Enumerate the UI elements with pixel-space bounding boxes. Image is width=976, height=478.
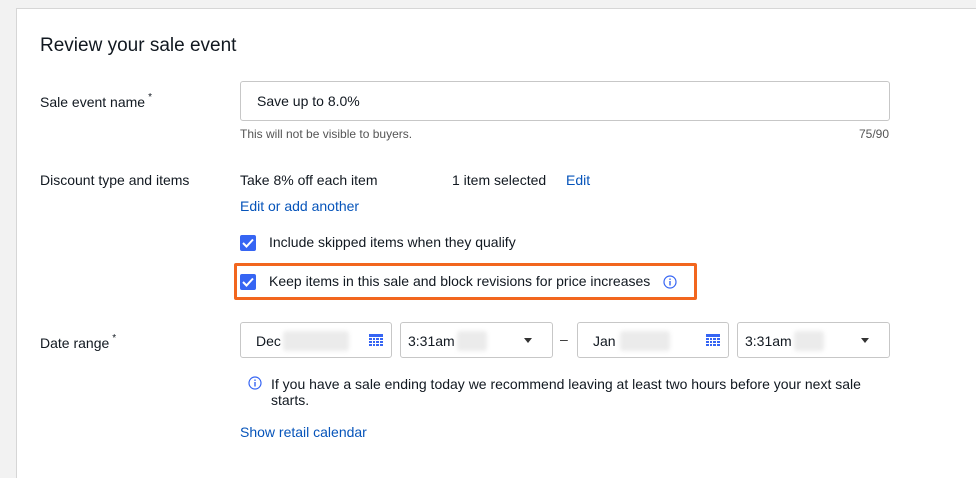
start-time-select[interactable]: 3:31am <box>400 322 553 358</box>
redacted-area <box>283 331 349 351</box>
date-separator: – <box>560 331 568 347</box>
start-date-value: Dec <box>256 333 281 349</box>
checkmark-icon <box>242 238 254 248</box>
start-date-field[interactable]: Dec <box>240 322 392 358</box>
info-message: If you have a sale ending today we recom… <box>271 376 891 408</box>
info-message-line2: starts. <box>271 392 310 408</box>
include-skipped-label: Include skipped items when they qualify <box>269 234 516 250</box>
chevron-down-icon <box>861 338 869 343</box>
show-retail-calendar-link[interactable]: Show retail calendar <box>240 424 367 440</box>
redacted-area <box>620 331 670 351</box>
checkmark-icon <box>242 277 254 287</box>
discount-label: Discount type and items <box>40 172 190 188</box>
page-title: Review your sale event <box>40 35 237 56</box>
start-time-value: 3:31am <box>408 333 455 349</box>
end-date-field[interactable]: Jan <box>577 322 729 358</box>
end-date-value: Jan <box>593 333 616 349</box>
discount-type-text: Take 8% off each item <box>240 172 378 188</box>
info-message-line1: If you have a sale ending today we recom… <box>271 376 861 392</box>
sale-name-label: Sale event name * <box>40 92 152 110</box>
required-mark: * <box>148 92 152 103</box>
redacted-area <box>794 331 824 351</box>
sale-name-label-text: Sale event name <box>40 94 146 110</box>
end-time-select[interactable]: 3:31am <box>737 322 890 358</box>
sale-name-help: This will not be visible to buyers. <box>240 127 413 141</box>
calendar-icon[interactable] <box>706 334 720 346</box>
info-icon[interactable] <box>663 275 677 289</box>
redacted-area <box>457 331 487 351</box>
edit-items-link[interactable]: Edit <box>566 172 590 188</box>
calendar-icon[interactable] <box>369 334 383 346</box>
required-mark: * <box>112 333 117 344</box>
info-icon <box>248 376 262 390</box>
date-range-label: Date range * <box>40 333 117 351</box>
block-revisions-checkbox[interactable] <box>240 274 256 290</box>
items-selected-text: 1 item selected <box>452 172 547 188</box>
edit-or-add-link[interactable]: Edit or add another <box>240 198 359 214</box>
include-skipped-checkbox[interactable] <box>240 235 256 251</box>
date-range-label-text: Date range <box>40 335 110 351</box>
chevron-down-icon <box>524 338 532 343</box>
sale-name-input[interactable] <box>240 81 890 121</box>
sale-review-panel: Review your sale event Sale event name * … <box>16 8 976 478</box>
end-time-value: 3:31am <box>745 333 792 349</box>
block-revisions-label: Keep items in this sale and block revisi… <box>269 273 651 289</box>
sale-name-counter: 75/90 <box>859 127 890 141</box>
